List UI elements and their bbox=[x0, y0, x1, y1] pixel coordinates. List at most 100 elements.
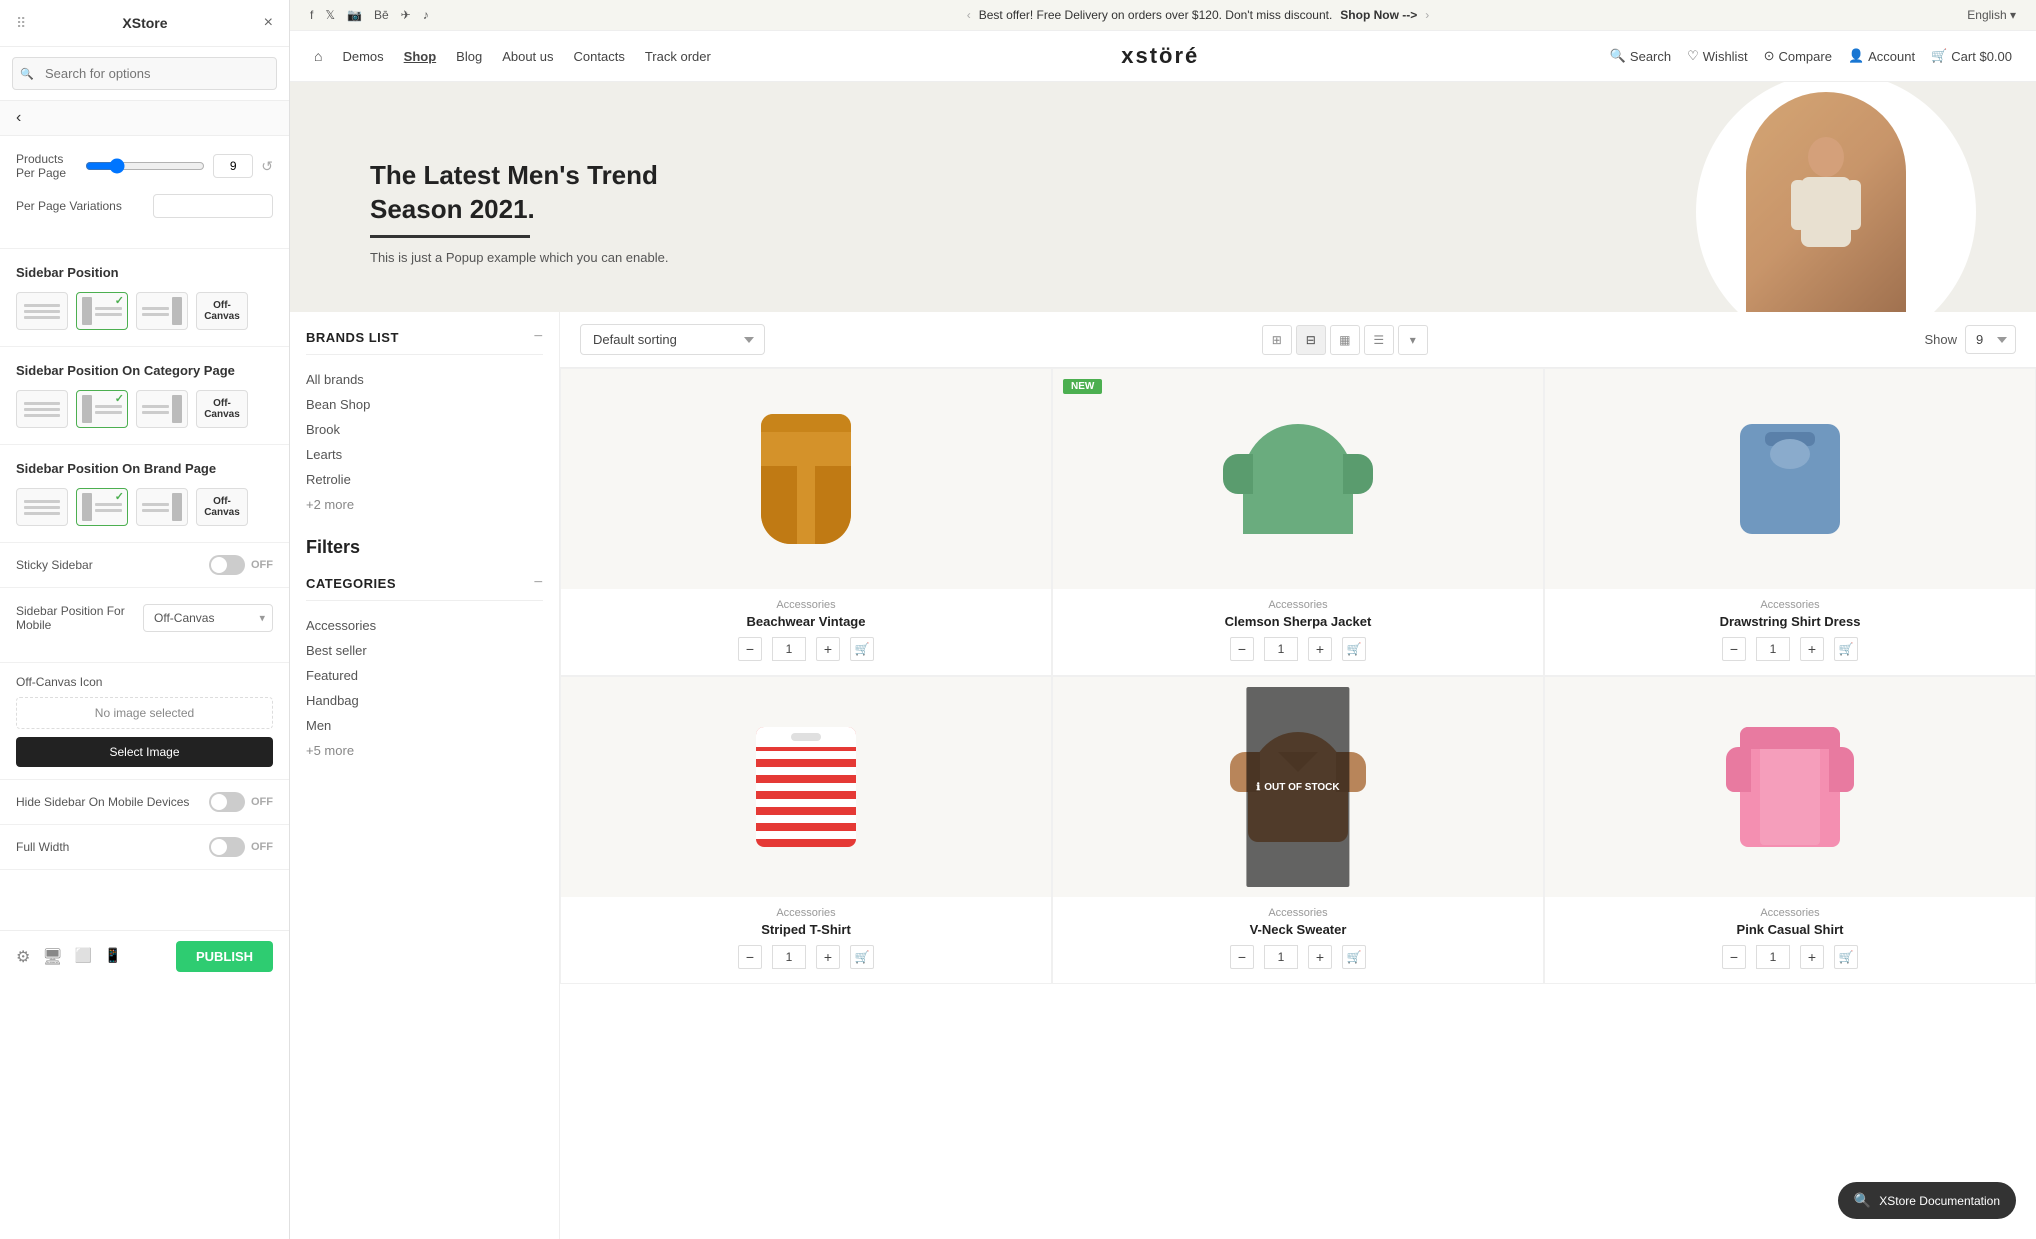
add-to-cart-5[interactable]: 🛒 bbox=[1342, 945, 1366, 969]
sticky-sidebar-toggle[interactable]: OFF bbox=[209, 555, 273, 575]
sidebar-cat-left[interactable] bbox=[76, 390, 128, 428]
search-action[interactable]: 🔍 Search bbox=[1610, 48, 1671, 64]
sidebar-cat-right[interactable] bbox=[136, 390, 188, 428]
back-button[interactable]: ‹ bbox=[0, 101, 289, 136]
qty-decrease-4[interactable]: − bbox=[738, 945, 762, 969]
sidebar-brand-left[interactable] bbox=[76, 488, 128, 526]
sidebar-brand-right[interactable] bbox=[136, 488, 188, 526]
qty-increase-4[interactable]: + bbox=[816, 945, 840, 969]
qty-decrease-2[interactable]: − bbox=[1230, 637, 1254, 661]
instagram-icon[interactable]: 📷 bbox=[347, 8, 362, 22]
nav-contacts[interactable]: Contacts bbox=[574, 49, 625, 64]
per-page-variations-input[interactable]: 9,12,24,36,-1 bbox=[153, 194, 273, 218]
language-selector[interactable]: English ▾ bbox=[1967, 8, 2016, 22]
cat-best-seller[interactable]: Best seller bbox=[306, 638, 543, 663]
qty-decrease-1[interactable]: − bbox=[738, 637, 762, 661]
qty-decrease-6[interactable]: − bbox=[1722, 945, 1746, 969]
cat-handbag[interactable]: Handbag bbox=[306, 688, 543, 713]
qty-input-1[interactable] bbox=[772, 637, 806, 661]
brands-toggle[interactable]: − bbox=[534, 328, 543, 346]
desktop-icon[interactable]: 🖥 bbox=[42, 947, 62, 967]
products-per-page-slider[interactable] bbox=[85, 158, 205, 174]
qty-input-2[interactable] bbox=[1264, 637, 1298, 661]
hide-sidebar-mobile-value: OFF bbox=[251, 796, 273, 808]
brand-all[interactable]: All brands bbox=[306, 367, 543, 392]
sidebar-cat-offcanvas[interactable]: Off-Canvas bbox=[196, 390, 248, 428]
add-to-cart-3[interactable]: 🛒 bbox=[1834, 637, 1858, 661]
cat-featured[interactable]: Featured bbox=[306, 663, 543, 688]
home-icon[interactable]: ⌂ bbox=[314, 48, 322, 64]
xstore-doc-button[interactable]: 🔍 XStore Documentation bbox=[1838, 1182, 2016, 1219]
brand-learts[interactable]: Learts bbox=[306, 442, 543, 467]
tablet-icon[interactable]: ⬜ bbox=[75, 947, 92, 967]
hide-sidebar-mobile-toggle[interactable]: OFF bbox=[209, 792, 273, 812]
nav-demos[interactable]: Demos bbox=[342, 49, 383, 64]
banner-prev-arrow[interactable]: ‹ bbox=[967, 8, 971, 22]
cat-accessories[interactable]: Accessories bbox=[306, 613, 543, 638]
twitter-icon[interactable]: 𝕏 bbox=[325, 8, 335, 22]
add-to-cart-6[interactable]: 🛒 bbox=[1834, 945, 1858, 969]
mobile-icon[interactable]: 📱 bbox=[104, 947, 121, 967]
panel-collapse-arrow[interactable]: ‹ bbox=[289, 600, 290, 640]
slider-reset-icon[interactable]: ↺ bbox=[261, 158, 273, 175]
qty-decrease-5[interactable]: − bbox=[1230, 945, 1254, 969]
qty-input-5[interactable] bbox=[1264, 945, 1298, 969]
view-list2-btn[interactable]: ▾ bbox=[1398, 325, 1428, 355]
facebook-icon[interactable]: f bbox=[310, 8, 313, 22]
cat-men[interactable]: Men bbox=[306, 713, 543, 738]
qty-increase-3[interactable]: + bbox=[1800, 637, 1824, 661]
categories-more[interactable]: +5 more bbox=[306, 738, 543, 763]
qty-input-6[interactable] bbox=[1756, 945, 1790, 969]
qty-increase-6[interactable]: + bbox=[1800, 945, 1824, 969]
site-logo[interactable]: xstöré bbox=[1121, 43, 1199, 69]
sidebar-mobile-select[interactable]: Off-Canvas Left Right bbox=[143, 604, 273, 632]
view-3col-btn[interactable]: ⊟ bbox=[1296, 325, 1326, 355]
nav-blog[interactable]: Blog bbox=[456, 49, 482, 64]
qty-input-4[interactable] bbox=[772, 945, 806, 969]
banner-next-arrow[interactable]: › bbox=[1425, 8, 1429, 22]
full-width-toggle[interactable]: OFF bbox=[209, 837, 273, 857]
tiktok-icon[interactable]: ♪ bbox=[423, 8, 429, 22]
qty-increase-1[interactable]: + bbox=[816, 637, 840, 661]
qty-decrease-3[interactable]: − bbox=[1722, 637, 1746, 661]
select-image-button[interactable]: Select Image bbox=[16, 737, 273, 767]
shop-now-link[interactable]: Shop Now --> bbox=[1340, 8, 1417, 22]
view-4col-btn[interactable]: ⊞ bbox=[1262, 325, 1292, 355]
compare-action[interactable]: ⊙ Compare bbox=[1764, 48, 1832, 64]
sidebar-cat-none[interactable] bbox=[16, 390, 68, 428]
search-input[interactable] bbox=[12, 57, 277, 90]
show-number-select[interactable]: 9 12 24 36 bbox=[1965, 325, 2016, 354]
sort-select[interactable]: Default sorting Sort by popularity Sort … bbox=[580, 324, 765, 355]
sidebar-opt-left[interactable] bbox=[76, 292, 128, 330]
sidebar-opt-right[interactable] bbox=[136, 292, 188, 330]
sidebar-brand-none[interactable] bbox=[16, 488, 68, 526]
behance-icon[interactable]: Bē bbox=[374, 8, 389, 22]
settings-icon[interactable]: ⚙ bbox=[16, 947, 30, 967]
brand-brook[interactable]: Brook bbox=[306, 417, 543, 442]
sidebar-opt-none[interactable] bbox=[16, 292, 68, 330]
view-list-btn[interactable]: ☰ bbox=[1364, 325, 1394, 355]
brand-retrolie[interactable]: Retrolie bbox=[306, 467, 543, 492]
add-to-cart-2[interactable]: 🛒 bbox=[1342, 637, 1366, 661]
nav-about-us[interactable]: About us bbox=[502, 49, 553, 64]
brand-bean-shop[interactable]: Bean Shop bbox=[306, 392, 543, 417]
nav-shop[interactable]: Shop bbox=[404, 49, 437, 64]
categories-toggle[interactable]: − bbox=[534, 574, 543, 592]
add-to-cart-4[interactable]: 🛒 bbox=[850, 945, 874, 969]
add-to-cart-1[interactable]: 🛒 bbox=[850, 637, 874, 661]
sidebar-brand-offcanvas[interactable]: Off-Canvas bbox=[196, 488, 248, 526]
panel-close-button[interactable]: × bbox=[264, 14, 273, 32]
brands-more[interactable]: +2 more bbox=[306, 492, 543, 517]
wishlist-action[interactable]: ♡ Wishlist bbox=[1687, 48, 1747, 64]
qty-increase-5[interactable]: + bbox=[1308, 945, 1332, 969]
nav-track-order[interactable]: Track order bbox=[645, 49, 711, 64]
account-action[interactable]: 👤 Account bbox=[1848, 48, 1915, 64]
publish-button[interactable]: PUBLISH bbox=[176, 941, 273, 972]
view-2col-btn[interactable]: ▦ bbox=[1330, 325, 1360, 355]
cart-action[interactable]: 🛒 Cart $0.00 bbox=[1931, 48, 2012, 64]
sidebar-opt-offcanvas[interactable]: Off-Canvas bbox=[196, 292, 248, 330]
qty-increase-2[interactable]: + bbox=[1308, 637, 1332, 661]
products-per-page-input[interactable] bbox=[213, 154, 253, 178]
qty-input-3[interactable] bbox=[1756, 637, 1790, 661]
telegram-icon[interactable]: ✈ bbox=[401, 8, 411, 22]
